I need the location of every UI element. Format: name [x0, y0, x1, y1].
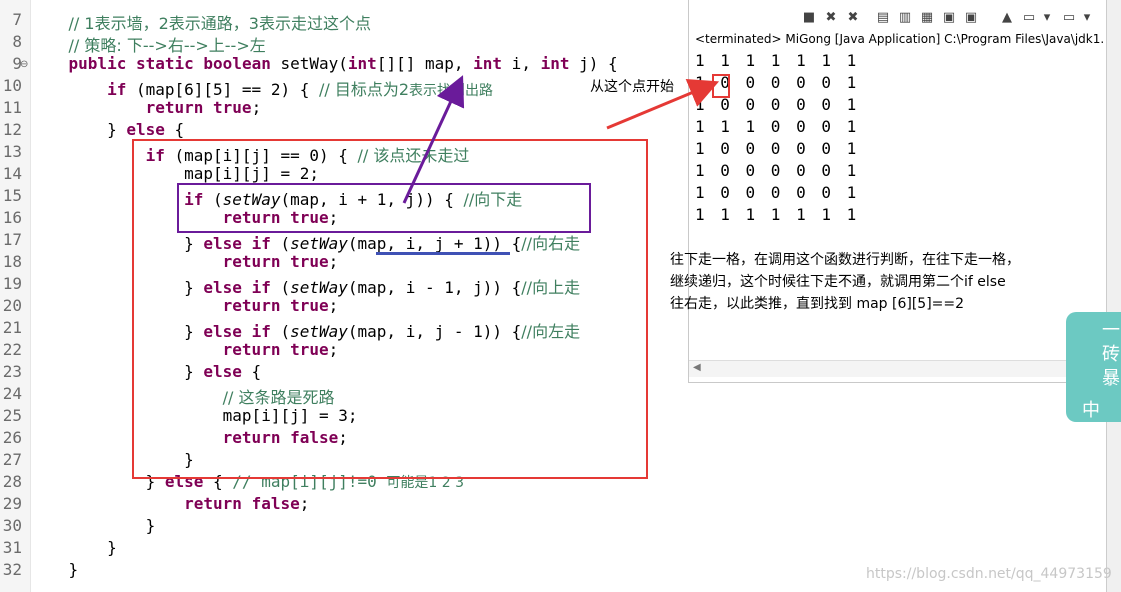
explanation-line: 继续递归，这个时候往下走不通，就调用第二个if else — [670, 274, 1006, 290]
side-widget[interactable]: 一 砖 暴 中 — [1066, 312, 1121, 422]
explanation-line: 往下走一格，在调用这个函数进行判断，在往下走一格， — [670, 252, 1020, 268]
explanation-line: 往右走，以此类推，直到找到 map [6][5]==2 — [670, 296, 965, 312]
watermark: https://blog.csdn.net/qq_44973159 — [866, 566, 1112, 582]
arrow-purple — [402, 75, 465, 204]
start-label: 从这个点开始 — [590, 79, 674, 95]
widget-char: 中 — [1082, 400, 1100, 421]
widget-char: 砖 — [1102, 344, 1120, 365]
widget-char: 暴 — [1102, 368, 1120, 389]
widget-char: 一 — [1102, 320, 1120, 341]
